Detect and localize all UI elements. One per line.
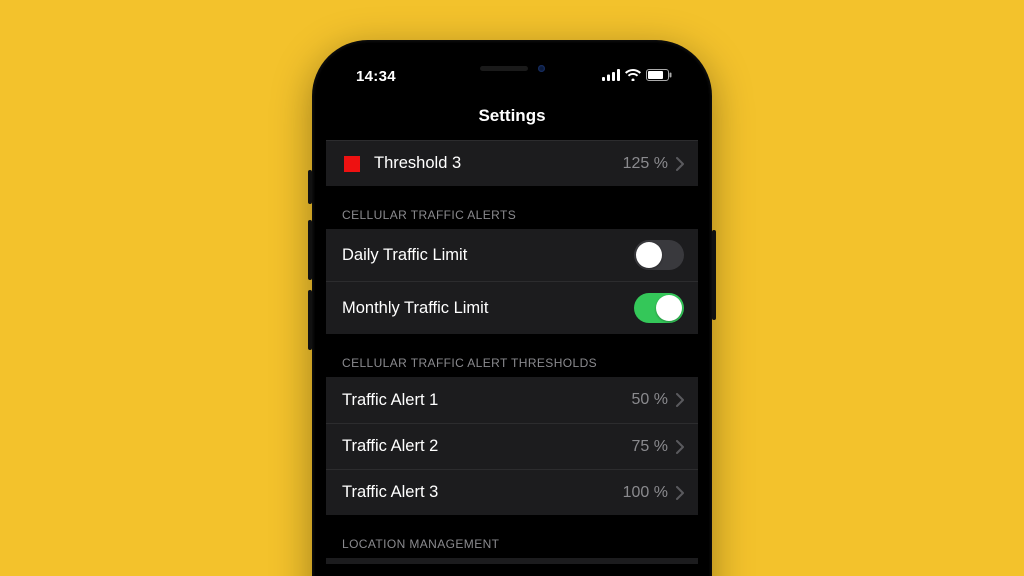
- settings-list[interactable]: Threshold 3 125 % CELLULAR TRAFFIC ALERT…: [326, 140, 698, 564]
- row-label: Traffic Alert 3: [342, 483, 623, 502]
- traffic-alert-3-row[interactable]: Traffic Alert 3 100 %: [326, 469, 698, 515]
- phone-frame: 14:34 Settings Threshold 3 125 %: [312, 40, 712, 576]
- location-group: [326, 558, 698, 564]
- section-header-location: LOCATION MANAGEMENT: [326, 515, 698, 558]
- speaker-grill: [480, 66, 528, 71]
- traffic-alert-2-row[interactable]: Traffic Alert 2 75 %: [326, 423, 698, 469]
- traffic-alert-1-row[interactable]: Traffic Alert 1 50 %: [326, 377, 698, 423]
- row-label: Monthly Traffic Limit: [342, 299, 634, 318]
- chevron-right-icon: [676, 440, 684, 454]
- threshold-group: Threshold 3 125 %: [326, 140, 698, 186]
- row-value: 125 %: [623, 155, 668, 173]
- row-value: 100 %: [623, 484, 668, 502]
- volume-up-button: [308, 220, 312, 280]
- cellular-alerts-group: Daily Traffic Limit Monthly Traffic Limi…: [326, 229, 698, 334]
- power-button: [712, 230, 716, 320]
- chevron-right-icon: [676, 157, 684, 171]
- row-label: Threshold 3: [374, 154, 623, 173]
- status-time: 14:34: [356, 68, 396, 85]
- phone-screen: 14:34 Settings Threshold 3 125 %: [326, 54, 698, 576]
- mute-switch: [308, 170, 312, 204]
- monthly-traffic-limit-row[interactable]: Monthly Traffic Limit: [326, 281, 698, 334]
- battery-icon: [646, 68, 672, 85]
- row-value: 50 %: [632, 391, 668, 409]
- volume-down-button: [308, 290, 312, 350]
- alert-thresholds-group: Traffic Alert 1 50 % Traffic Alert 2 75 …: [326, 377, 698, 515]
- color-swatch-icon: [344, 156, 360, 172]
- row-label: Daily Traffic Limit: [342, 246, 634, 265]
- row-value: 75 %: [632, 438, 668, 456]
- daily-traffic-limit-row[interactable]: Daily Traffic Limit: [326, 229, 698, 281]
- row-label: Traffic Alert 1: [342, 391, 632, 410]
- wifi-icon: [625, 68, 641, 85]
- section-header-cellular-alerts: CELLULAR TRAFFIC ALERTS: [326, 186, 698, 229]
- row-label: Traffic Alert 2: [342, 437, 632, 456]
- chevron-right-icon: [676, 486, 684, 500]
- section-header-alert-thresholds: CELLULAR TRAFFIC ALERT THRESHOLDS: [326, 334, 698, 377]
- chevron-right-icon: [676, 393, 684, 407]
- status-indicators: [602, 68, 672, 85]
- daily-traffic-limit-toggle[interactable]: [634, 240, 684, 270]
- threshold-3-row[interactable]: Threshold 3 125 %: [326, 140, 698, 186]
- notch: [417, 54, 607, 82]
- monthly-traffic-limit-toggle[interactable]: [634, 293, 684, 323]
- front-camera: [538, 65, 545, 72]
- page-title: Settings: [326, 98, 698, 138]
